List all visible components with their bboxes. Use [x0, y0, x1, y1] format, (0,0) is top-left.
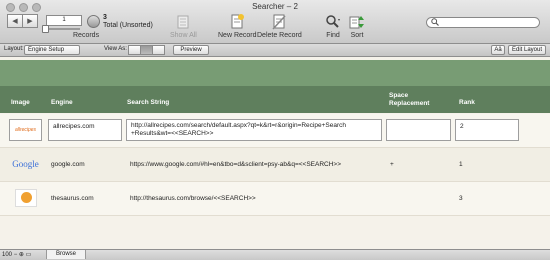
sort-button[interactable]: Sort [349, 13, 365, 39]
new-record-button[interactable]: New Record [218, 13, 257, 39]
engine-field[interactable]: allrecipes.com [48, 119, 122, 141]
view-as-control [128, 45, 165, 55]
engine-cell[interactable]: google.com [51, 161, 85, 168]
edit-layout-button[interactable]: Edit Layout [508, 45, 546, 55]
table-view-button[interactable] [153, 45, 165, 55]
allrecipes-logo: allrecipes [14, 127, 37, 133]
record-navigation: ◀ ▶ [7, 14, 38, 28]
status-bar: 100 − ⊕ ▭ Browse [0, 249, 550, 260]
space-replacement-cell[interactable]: + [390, 161, 394, 168]
window-toolbar: Searcher – 2 ◀ ▶ 1 3 Total (Unsorted) Re… [0, 0, 550, 44]
rank-cell[interactable]: 1 [459, 161, 463, 168]
new-record-icon [229, 13, 245, 31]
record-count: 3 [103, 14, 107, 21]
forward-icon: ▶ [27, 18, 33, 25]
preview-button[interactable]: Preview [173, 45, 209, 55]
layout-select[interactable]: Engine Setup [24, 45, 80, 55]
delete-record-label: Delete Record [257, 32, 302, 39]
header-engine: Engine [51, 99, 73, 106]
record-list: Image Engine Search String Space Replace… [0, 57, 550, 249]
show-all-button[interactable]: Show All [170, 13, 197, 39]
search-string-cell[interactable]: http://thesaurus.com/browse/<<SEARCH>> [130, 195, 256, 202]
next-record-button[interactable]: ▶ [23, 14, 38, 28]
rank-cell[interactable]: 3 [459, 195, 463, 202]
find-icon [325, 13, 341, 31]
previous-record-button[interactable]: ◀ [7, 14, 23, 28]
find-label: Find [326, 32, 340, 39]
column-headers: Image Engine Search String Space Replace… [0, 86, 550, 113]
search-string-cell[interactable]: https://www.google.com/#hl=en&tbo=d&scli… [130, 161, 341, 168]
sort-icon [349, 13, 365, 31]
total-label: Total (Unsorted) [103, 22, 153, 29]
rank-field[interactable]: 2 [455, 119, 519, 141]
layout-label: Layout: [4, 46, 24, 52]
search-string-field[interactable]: http://allrecipes.com/search/default.asp… [126, 119, 382, 141]
thesaurus-logo-icon [14, 189, 37, 207]
record-slider-handle[interactable] [42, 25, 49, 33]
table-row[interactable]: allrecipes allrecipes.com http://allreci… [0, 114, 550, 148]
header-space-replacement: Space Replacement [389, 92, 430, 107]
google-logo: Google [12, 159, 39, 169]
search-icon [431, 17, 439, 28]
zoom-control[interactable]: 100 − ⊕ ▭ [2, 251, 31, 258]
layout-bar: Layout: Engine Setup View As: Preview Aâ… [0, 44, 550, 57]
header-image: Image [11, 99, 30, 106]
window-title: Searcher – 2 [252, 2, 298, 11]
header-rank: Rank [459, 99, 475, 106]
show-all-label: Show All [170, 32, 197, 39]
mode-popup[interactable]: Browse [46, 250, 86, 259]
quick-find-field[interactable] [426, 17, 540, 28]
back-icon: ◀ [12, 18, 18, 25]
delete-record-icon [271, 13, 287, 31]
toggle-toolbar-icon[interactable]: ▭ [26, 252, 32, 258]
header-band [0, 60, 550, 86]
form-view-button[interactable] [128, 45, 141, 55]
image-field[interactable] [9, 187, 42, 209]
space-replacement-field[interactable] [386, 119, 451, 141]
image-field[interactable]: allrecipes [9, 119, 42, 141]
record-slider[interactable] [46, 28, 80, 30]
table-row[interactable]: Google google.com https://www.google.com… [0, 148, 550, 182]
delete-record-button[interactable]: Delete Record [257, 13, 302, 39]
show-all-icon [176, 13, 190, 31]
table-row[interactable]: thesaurus.com http://thesaurus.com/brows… [0, 182, 550, 216]
image-field[interactable]: Google [9, 153, 42, 175]
list-view-button[interactable] [141, 45, 153, 55]
records-label: Records [73, 32, 100, 39]
zoom-out-icon[interactable]: − [14, 252, 18, 258]
formatting-bar-button[interactable]: Aâ [491, 45, 505, 55]
zoom-in-icon[interactable]: ⊕ [19, 252, 24, 258]
view-as-label: View As: [104, 46, 127, 52]
zoom-level: 100 [2, 252, 13, 258]
find-button[interactable]: Find [325, 13, 341, 39]
new-record-label: New Record [218, 32, 257, 39]
engine-cell[interactable]: thesaurus.com [51, 195, 94, 202]
pie-icon [87, 15, 100, 28]
record-number-input[interactable]: 1 [46, 15, 82, 26]
header-search-string: Search String [127, 99, 170, 106]
sort-label: Sort [350, 32, 364, 39]
